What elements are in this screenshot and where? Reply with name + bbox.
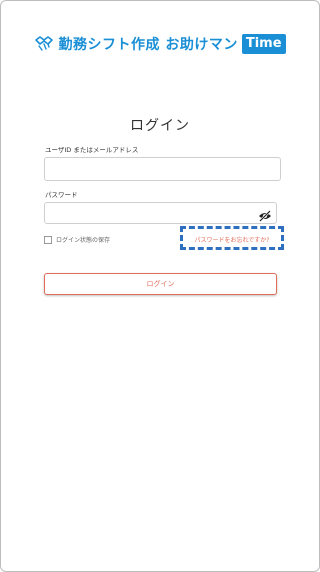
user-id-label: ユーザID またはメールアドレス xyxy=(45,146,139,154)
remember-label: ログイン状態の保存 xyxy=(56,237,111,244)
handshake-icon xyxy=(34,34,54,54)
eye-off-icon[interactable] xyxy=(258,207,272,222)
password-label: パスワード xyxy=(45,191,78,199)
password-field[interactable] xyxy=(44,202,277,224)
user-id-input[interactable] xyxy=(44,157,281,181)
brand-header: 勤務シフト作成 お助けマン Time xyxy=(1,34,319,54)
remember-checkbox[interactable] xyxy=(44,235,52,244)
app-frame: 勤務シフト作成 お助けマン Time ログイン ユーザID またはメールアドレス… xyxy=(0,0,320,572)
remember-me[interactable]: ログイン状態の保存 xyxy=(44,235,110,244)
page-title: ログイン xyxy=(130,118,190,134)
brand-badge: Time xyxy=(241,34,286,54)
forgot-password-highlight: パスワードをお忘れですか? xyxy=(180,226,284,250)
login-button[interactable]: ログイン xyxy=(44,273,277,295)
brand-name: 勤務シフト作成 お助けマン xyxy=(58,37,238,53)
forgot-password-link[interactable]: パスワードをお忘れですか? xyxy=(183,235,281,244)
